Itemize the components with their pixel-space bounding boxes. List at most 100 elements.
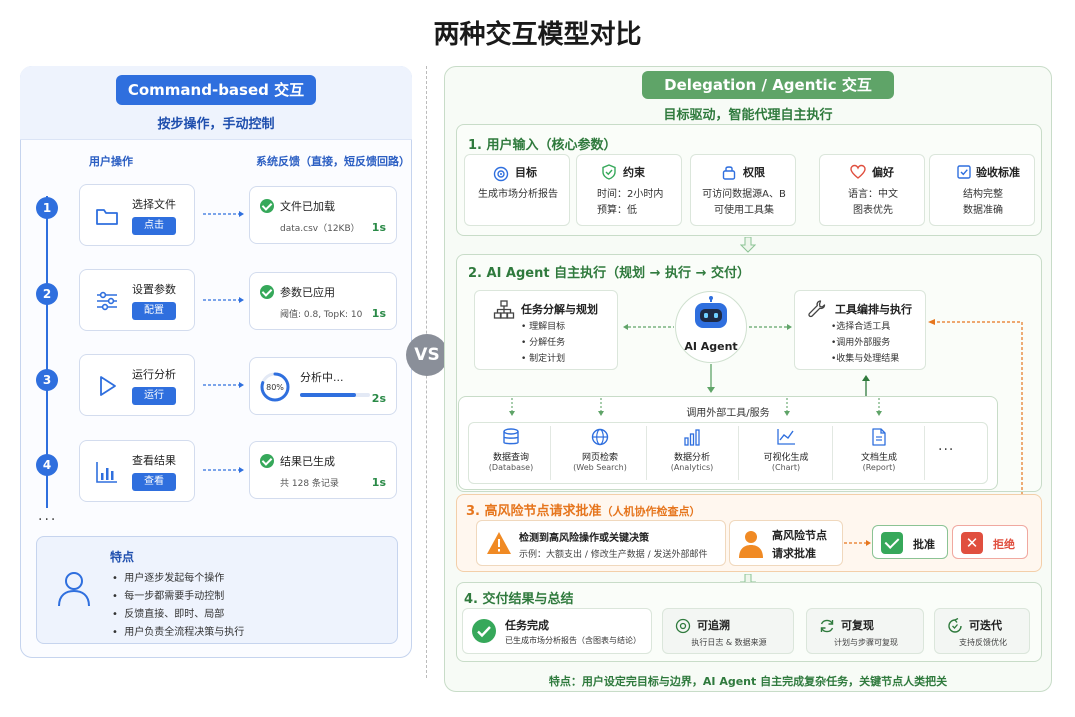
input-card-preference: 偏好 语言：中文 图表优先 (819, 154, 925, 226)
divider (550, 426, 551, 480)
target-icon (493, 166, 509, 182)
op-title: 设置参数 (132, 283, 176, 296)
input-title: 约束 (623, 166, 645, 179)
tool-web-search: 网页检索 (Web Search) (566, 428, 634, 472)
arrow-up-icon (862, 375, 870, 396)
deliver-sub: 执行日志 & 数据来源 (691, 638, 767, 647)
close-icon: ✕ (961, 532, 983, 554)
ai-agent-label: AI Agent (684, 340, 738, 353)
plan-list: • 理解目标 • 分解任务 • 制定计划 (521, 322, 566, 364)
features-list: • 用户逐步发起每个操作 • 每一步都需要手动控制 • 反馈直接、即时、局部 •… (112, 570, 244, 642)
tool-database: 数据查询 (Database) (477, 428, 545, 472)
feedback-title: 结果已生成 (280, 455, 335, 468)
check-circle-icon (472, 619, 496, 643)
analytics-icon (684, 429, 700, 446)
deliver-traceable-card: 可追溯 执行日志 & 数据来源 (662, 608, 794, 654)
view-button[interactable]: 查看 (132, 473, 176, 491)
deliver-reproducible-card: 可复现 计划与步骤可复现 (806, 608, 924, 654)
op-card-view-results: 查看结果 查看 (79, 440, 195, 502)
step-number: 2 (36, 283, 58, 305)
op-card-set-params: 设置参数 配置 (79, 269, 195, 331)
user-ops-header: 用户操作 (89, 155, 133, 168)
deliver-sub: 计划与步骤可复现 (834, 638, 898, 647)
feedback-time: 1s (371, 221, 386, 234)
sliders-icon (97, 291, 117, 311)
feedback-time: 1s (371, 476, 386, 489)
deliver-iterable-card: 可迭代 支持反馈优化 (934, 608, 1030, 654)
input-card-constraint: 约束 时间：2小时内 预算：低 (576, 154, 682, 226)
tool-arrow-icon (876, 398, 882, 416)
exec-list: •选择合适工具 •调用外部服务 •收集与处理结果 (831, 322, 900, 364)
step-number: 1 (36, 197, 58, 219)
op-title: 选择文件 (132, 198, 176, 211)
feature-item: • 反馈直接、即时、局部 (112, 609, 225, 620)
feedback-title: 参数已应用 (280, 286, 335, 299)
check-icon (881, 532, 903, 554)
tool-arrow-icon (784, 398, 790, 416)
arrow-down-icon (707, 364, 715, 393)
feedback-time: 1s (371, 307, 386, 320)
feature-item: • 每一步都需要手动控制 (112, 591, 225, 602)
shield-icon (602, 164, 616, 180)
divider (738, 426, 739, 480)
agentic-subtitle: 目标驱动，智能代理自主执行 (663, 108, 833, 123)
person-icon (739, 531, 763, 558)
tool-report: 文档生成 (Report) (845, 428, 913, 472)
input-title: 偏好 (872, 166, 894, 179)
user-icon (58, 572, 90, 607)
folder-icon (96, 209, 118, 225)
line-chart-icon (777, 429, 795, 445)
risk-request-card: 高风险节点 请求批准 (729, 520, 843, 566)
run-button[interactable]: 运行 (132, 387, 176, 405)
heart-icon (850, 164, 866, 179)
plan-card: 任务分解与规划 • 理解目标 • 分解任务 • 制定计划 (474, 290, 618, 370)
globe-icon (591, 428, 609, 446)
tool-arrow-icon (598, 398, 604, 416)
feedback-title: 文件已加载 (280, 200, 335, 213)
dashed-arrow-icon (203, 467, 244, 473)
bar-chart-icon (96, 462, 117, 483)
document-icon (872, 428, 886, 446)
command-badge: Command-based 交互 (116, 75, 316, 105)
check-circle-icon (260, 454, 274, 468)
op-card-select-file: 选择文件 点击 (79, 184, 195, 246)
input-body: 结构完整 数据准确 (963, 189, 1003, 216)
check-circle-icon (260, 199, 274, 213)
feedback-card-analyzing: 80% 分析中... 2s (249, 357, 397, 415)
feedback-detail: data.csv（12KB） (280, 224, 360, 234)
approve-label: 批准 (913, 538, 935, 551)
step-number: 4 (36, 454, 58, 476)
section-title: 4. 交付结果与总结 (464, 592, 574, 607)
approve-button[interactable]: 批准 (872, 525, 948, 559)
reject-button[interactable]: ✕ 拒绝 (952, 525, 1028, 559)
divider (832, 426, 833, 480)
click-button[interactable]: 点击 (132, 217, 176, 235)
warning-icon (487, 532, 511, 554)
op-card-run-analysis: 运行分析 运行 (79, 354, 195, 416)
section-title: 2. AI Agent 自主执行（规划 → 执行 → 交付） (468, 266, 751, 281)
robot-icon (695, 296, 727, 328)
deliver-main-sub: 已生成市场分析报告（含图表与结论） (505, 636, 641, 645)
input-body: 时间：2小时内 预算：低 (597, 189, 664, 216)
op-title: 运行分析 (132, 368, 176, 381)
dashed-arrow-icon (203, 211, 244, 217)
feature-item: • 用户逐步发起每个操作 (112, 573, 225, 584)
check-circle-icon (260, 285, 274, 299)
section-title: 3. 高风险节点请求批准（人机协作检查点） (466, 504, 701, 519)
checkbox-icon (957, 165, 971, 179)
page-title: 两种交互模型对比 (433, 20, 642, 50)
risk-example: 示例：大额支出 / 修改生产数据 / 发送外部邮件 (519, 550, 708, 560)
feedback-card-file-loaded: 文件已加载 data.csv（12KB） 1s (249, 186, 397, 244)
configure-button[interactable]: 配置 (132, 302, 176, 320)
feedback-title: 分析中... (300, 371, 344, 384)
divider (924, 426, 925, 480)
feedback-detail: 共 128 条记录 (280, 479, 339, 489)
feedback-card-params-applied: 参数已应用 阈值: 0.8, TopK: 10 1s (249, 272, 397, 330)
feedback-header: 系统反馈（直接，短反馈回路） (256, 155, 410, 168)
input-body: 可访问数据源A、B 可使用工具集 (702, 189, 786, 216)
deliver-title: 可追溯 (697, 619, 730, 632)
input-title: 权限 (743, 166, 765, 179)
down-arrow-icon (740, 237, 756, 253)
deliver-title: 可迭代 (969, 619, 1002, 632)
dashed-arrow-left-icon (623, 324, 674, 330)
